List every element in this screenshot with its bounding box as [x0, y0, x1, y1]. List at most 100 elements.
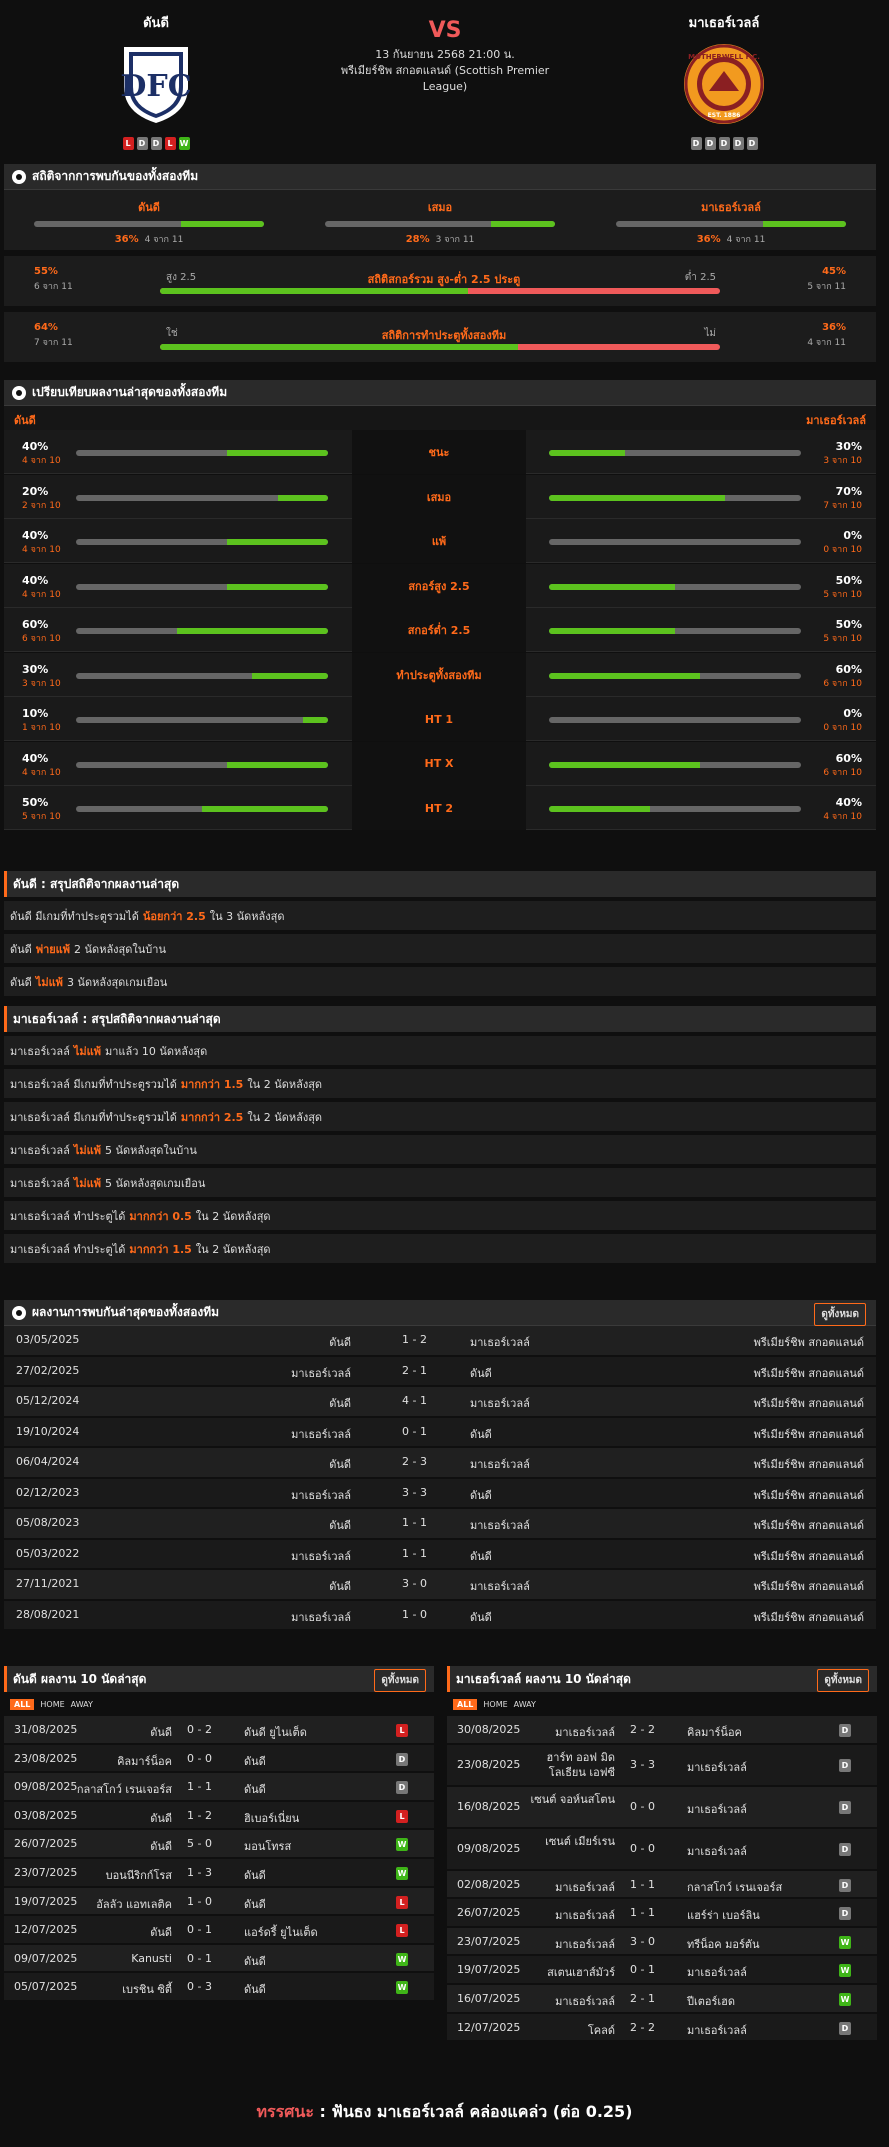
filter-away-tab[interactable]: AWAY — [71, 1700, 93, 1709]
result-date: 16/08/2025 — [457, 1799, 521, 1813]
summary-tail: ใน 2 นัดหลังสุด — [247, 1077, 323, 1091]
view-all-home-button[interactable]: ดูทั้งหมด — [374, 1669, 426, 1692]
h2h-title: สถิติจากการพบกันของทั้งสองทีม — [32, 169, 199, 183]
meeting-date: 27/11/2021 — [16, 1577, 80, 1590]
result-row[interactable]: 16/08/2025 เซนต์ จอห์นสโตน 0 - 0 มาเธอร์เวล… — [447, 1786, 877, 1829]
page: ดันดี DFC LDDLW VS 13 กันยายน 2568 21:00… — [0, 0, 889, 2147]
ou-left-sub: 6 จาก 11 — [34, 282, 73, 292]
motherwell-logo: MOTHERWELL F.C. EST. 1886 — [684, 41, 764, 127]
result-row[interactable]: 12/07/2025 โคลด์ 2 - 2 มาเธอร์เวลล์ D — [447, 2013, 877, 2043]
result-home: อัลลัว แอทเลติค — [96, 1897, 172, 1911]
meeting-score: 3 - 0 — [402, 1577, 427, 1590]
result-home: มาเธอร์เวลล์ — [555, 1909, 615, 1923]
meeting-score: 1 - 2 — [402, 1333, 427, 1346]
compare-home-bar-fill — [202, 806, 328, 812]
result-row[interactable]: 23/07/2025 บอนนีริกก์โรส 1 - 3 ดันดี W — [4, 1858, 434, 1888]
filter-home-tab[interactable]: HOME — [40, 1700, 64, 1709]
meeting-row[interactable]: 05/12/2024 ดันดี 4 - 1 มาเธอร์เวลล์ พรีเมียร… — [4, 1387, 876, 1418]
result-away: ดันดี — [244, 1754, 266, 1768]
result-row[interactable]: 31/08/2025 ดันดี 0 - 2 ดันดี ยูไนเต็ด L — [4, 1716, 434, 1745]
result-date: 02/08/2025 — [457, 1877, 521, 1891]
h2h-draw-bar — [325, 221, 555, 227]
away-team[interactable]: มาเธอร์เวลล์ MOTHERWELL F.C. EST. 1886 D… — [644, 12, 804, 150]
compare-home-bar — [76, 628, 328, 634]
meeting-home: ดันดี — [329, 1519, 351, 1532]
result-row[interactable]: 09/07/2025 Kanusti 0 - 1 ดันดี W — [4, 1944, 434, 1974]
result-row[interactable]: 26/07/2025 มาเธอร์เวลล์ 1 - 1 แฮร์ร่า เบอร์… — [447, 1899, 877, 1928]
result-home: มาเธอร์เวลล์ — [555, 1880, 615, 1894]
result-row[interactable]: 23/07/2025 มาเธอร์เวลล์ 3 - 0 ทรีน็อค มอร์ต… — [447, 1927, 877, 1957]
meeting-row[interactable]: 06/04/2024 ดันดี 2 - 3 มาเธอร์เวลล์ พรีเมียร… — [4, 1448, 876, 1479]
btts-right-sub: 4 จาก 11 — [807, 338, 846, 348]
form-badge: D — [150, 137, 162, 150]
home-last10: ดันดี ผลงาน 10 นัดล่าสุด ดูทั้งหมด ALL H… — [4, 1666, 434, 2002]
result-row[interactable]: 09/08/2025 กลาสโกว์ เรนเจอร์ส 1 - 1 ดันดี D — [4, 1773, 434, 1802]
h2h-home-win: ดันดี 36% 4 จาก 11 — [34, 198, 264, 246]
match-league: พรีเมียร์ชิพ สกอตแลนด์ (Scottish Premier… — [340, 64, 550, 93]
result-badge: D — [839, 1907, 851, 1921]
compare-away-sub: 6 จาก 10 — [823, 678, 862, 689]
result-row[interactable]: 02/08/2025 มาเธอร์เวลล์ 1 - 1 กลาสโกว์ เรนเ… — [447, 1870, 877, 1900]
meeting-score: 1 - 1 — [402, 1516, 427, 1529]
result-row[interactable]: 30/08/2025 มาเธอร์เวลล์ 2 - 2 คิลมาร์น็อค D — [447, 1716, 877, 1745]
view-all-meetings-button[interactable]: ดูทั้งหมด — [814, 1303, 866, 1326]
compare-home-bar — [76, 539, 328, 545]
result-row[interactable]: 16/07/2025 มาเธอร์เวลล์ 2 - 1 ปีเตอร์เฮด W — [447, 1984, 877, 2014]
compare-home-bar — [76, 450, 328, 456]
result-row[interactable]: 12/07/2025 ดันดี 0 - 1 แอร์ดรี้ ยูไนเต็ด L — [4, 1916, 434, 1945]
result-row[interactable]: 26/07/2025 ดันดี 5 - 0 มอนโทรส W — [4, 1830, 434, 1859]
meeting-row[interactable]: 28/08/2021 มาเธอร์เวลล์ 1 - 0 ดันดี พรีเมียร… — [4, 1600, 876, 1631]
result-row[interactable]: 23/08/2025 คิลมาร์น็อค 0 - 0 ดันดี D — [4, 1744, 434, 1774]
compare-row: 40% 4 จาก 10 HT X 60% 6 จาก 10 — [4, 741, 876, 786]
result-date: 30/08/2025 — [457, 1723, 521, 1736]
filter-all-tab[interactable]: ALL — [10, 1698, 35, 1710]
compare-away-bar-fill — [549, 628, 675, 634]
result-row[interactable]: 05/07/2025 เบรชิน ซิตี้ 0 - 3 ดันดี W — [4, 1973, 434, 2002]
result-away: ทรีน็อค มอร์ตัน — [687, 1937, 760, 1951]
summary-tail: ใน 2 นัดหลังสุด — [195, 1209, 271, 1223]
compare-home-pct: 40% — [22, 440, 49, 453]
view-all-away-button[interactable]: ดูทั้งหมด — [817, 1669, 869, 1692]
h2h-draw-label: เสมอ — [427, 201, 453, 214]
form-badge: D — [718, 137, 730, 150]
filter-all-tab[interactable]: ALL — [453, 1698, 478, 1710]
result-date: 09/08/2025 — [14, 1780, 78, 1794]
meeting-row[interactable]: 03/05/2025 ดันดี 1 - 2 มาเธอร์เวลล์ พรีเมียร… — [4, 1326, 876, 1357]
meeting-away: มาเธอร์เวลล์ — [470, 1336, 530, 1349]
meeting-away: ดันดี — [470, 1488, 492, 1502]
away-summary: มาเธอร์เวลล์ : สรุปสถิติจากผลงานล่าสุด ม… — [4, 1006, 876, 1263]
compare-home-sub: 4 จาก 10 — [22, 589, 61, 600]
result-row[interactable]: 23/08/2025 ฮาร์ท ออฟ มิด โลเธียน เอฟซี 3 -… — [447, 1744, 877, 1787]
summary-text: มาเธอร์เวลล์ — [10, 1044, 70, 1058]
home-team[interactable]: ดันดี DFC LDDLW — [76, 12, 236, 150]
result-row[interactable]: 03/08/2025 ดันดี 1 - 2 ฮิเบอร์เนี่ยน L — [4, 1801, 434, 1831]
result-home: บอนนีริกก์โรส — [105, 1868, 172, 1882]
compare-home-stat: 40% 4 จาก 10 — [22, 440, 82, 467]
meeting-row[interactable]: 27/11/2021 ดันดี 3 - 0 มาเธอร์เวลล์ พรีเมียร… — [4, 1570, 876, 1601]
result-date: 23/08/2025 — [457, 1757, 521, 1771]
meeting-row[interactable]: 05/03/2022 มาเธอร์เวลล์ 1 - 1 ดันดี พรีเมียร… — [4, 1539, 876, 1570]
form-badge: D — [136, 137, 148, 150]
meeting-away: มาเธอร์เวลล์ — [470, 1519, 530, 1532]
vs-label: VS — [428, 18, 462, 43]
compare-home-stat: 50% 5 จาก 10 — [22, 796, 82, 823]
result-row[interactable]: 09/08/2025 เซนต์ เมียร์เรน 0 - 0 มาเธอร์เวล… — [447, 1828, 877, 1871]
result-row[interactable]: 19/07/2025 สเตนเฮาส์มัวร์ 0 - 1 มาเธอร์เวลล… — [447, 1956, 877, 1985]
compare-away-sub: 3 จาก 10 — [823, 456, 862, 466]
compare-home-pct: 30% — [22, 662, 49, 676]
filter-away-tab[interactable]: AWAY — [514, 1700, 536, 1709]
meeting-row[interactable]: 05/08/2023 ดันดี 1 - 1 มาเธอร์เวลล์ พรีเมียร… — [4, 1509, 876, 1540]
meeting-home: มาเธอร์เวลล์ — [291, 1549, 351, 1563]
meeting-row[interactable]: 27/02/2025 มาเธอร์เวลล์ 2 - 1 ดันดี พรีเมียร… — [4, 1356, 876, 1387]
compare-home-bar-fill — [227, 583, 328, 590]
result-row[interactable]: 19/07/2025 อัลลัว แอทเลติค 1 - 0 ดันดี L — [4, 1887, 434, 1917]
meeting-row[interactable]: 02/12/2023 มาเธอร์เวลล์ 3 - 3 ดันดี พรีเมียร… — [4, 1478, 876, 1509]
compare-away-sub: 7 จาก 10 — [823, 500, 862, 511]
meeting-away: มาเธอร์เวลล์ — [470, 1397, 530, 1410]
meeting-row[interactable]: 19/10/2024 มาเธอร์เวลล์ 0 - 1 ดันดี พรีเมียร… — [4, 1417, 876, 1448]
summary-tail: 5 นัดหลังสุดเกมเยือน — [104, 1176, 206, 1190]
filter-home-tab[interactable]: HOME — [483, 1700, 507, 1709]
verdict-label: ทรรศนะ — [256, 2102, 314, 2121]
compare-label: แพ้ — [352, 519, 526, 563]
meeting-home: ดันดี — [329, 1397, 351, 1410]
